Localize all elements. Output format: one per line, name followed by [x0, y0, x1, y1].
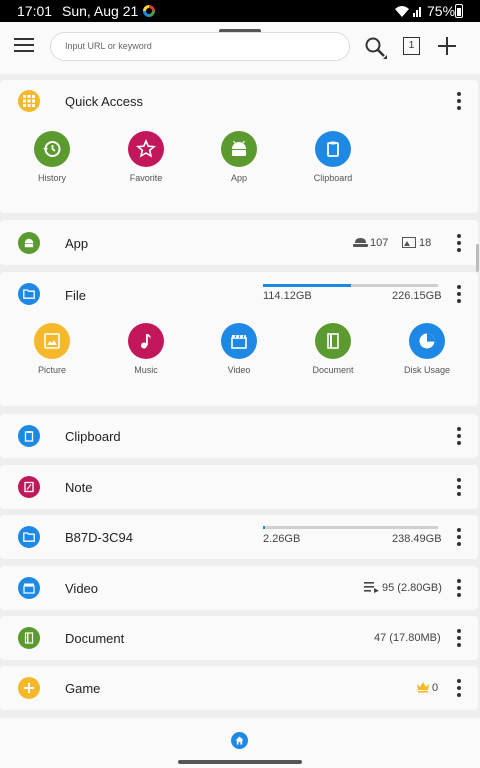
- sd-card-more-icon[interactable]: [454, 528, 464, 546]
- app-row[interactable]: App 107 18: [0, 220, 478, 265]
- quick-access-more-icon[interactable]: [454, 92, 464, 110]
- grid-icon: [18, 90, 40, 112]
- note-label: Note: [65, 480, 93, 495]
- video-label: Video: [65, 581, 99, 596]
- clipboard-icon: [18, 425, 40, 447]
- pie-chart-icon: [409, 323, 445, 359]
- url-input[interactable]: [65, 41, 335, 51]
- playlist-icon: [364, 581, 379, 596]
- search-icon[interactable]: [364, 36, 388, 60]
- system-app-count: 18: [419, 237, 432, 249]
- file-music[interactable]: Music: [108, 323, 184, 375]
- add-icon[interactable]: [436, 35, 458, 57]
- favorite-label: Favorite: [129, 173, 163, 183]
- clipboard-icon: [315, 131, 351, 167]
- menu-icon[interactable]: [14, 38, 36, 54]
- game-label: Game: [65, 681, 101, 696]
- document-info: 47 (17.80MB): [374, 632, 441, 644]
- video-label: Video: [227, 365, 251, 375]
- game-row[interactable]: Game 0: [0, 666, 478, 710]
- document-icon: [18, 627, 40, 649]
- gamepad-icon: [18, 677, 40, 699]
- app-label: App: [230, 173, 247, 183]
- clipboard-label: Clipboard: [65, 429, 121, 444]
- file-more-icon[interactable]: [454, 285, 464, 303]
- note-row[interactable]: Note: [0, 465, 478, 509]
- game-more-icon[interactable]: [454, 679, 464, 697]
- home-icon[interactable]: [231, 732, 248, 749]
- sd-storage-bar: [263, 526, 438, 529]
- file-disk-usage[interactable]: Disk Usage: [389, 323, 465, 375]
- file-storage-bar: [263, 284, 438, 287]
- file-storage-fill: [263, 284, 352, 287]
- battery-icon: [455, 4, 463, 18]
- clipboard-label: Clipboard: [313, 173, 353, 183]
- sd-card-row[interactable]: B87D-3C94 2.26GB 238.49GB: [0, 515, 478, 559]
- document-row[interactable]: Document 47 (17.80MB): [0, 616, 478, 660]
- clapperboard-icon: [221, 323, 257, 359]
- clapperboard-icon: [18, 577, 40, 599]
- system-app-icon: [402, 237, 416, 251]
- android-icon: [18, 232, 40, 254]
- scrollbar-thumb[interactable]: [476, 244, 479, 272]
- status-date: Sun, Aug 21: [62, 3, 139, 19]
- star-icon: [128, 131, 164, 167]
- top-toolbar: 1: [0, 22, 480, 74]
- hat-icon: [353, 237, 368, 251]
- clipboard-more-icon[interactable]: [454, 427, 464, 445]
- file-total: 226.15GB: [392, 290, 442, 302]
- android-icon: [221, 131, 257, 167]
- sd-storage-fill: [263, 526, 265, 529]
- user-app-count: 107: [370, 237, 389, 249]
- app-label: App: [65, 236, 89, 251]
- file-card: File 114.12GB 226.15GB Picture Music Vid…: [0, 272, 478, 406]
- battery-percent: 75%: [427, 3, 456, 19]
- url-search-field[interactable]: [50, 32, 350, 61]
- tab-count-button[interactable]: 1: [403, 37, 420, 55]
- status-bar: 17:01 Sun, Aug 21 75%: [0, 0, 480, 22]
- history-label: History: [37, 173, 66, 183]
- sd-card-label: B87D-3C94: [65, 530, 133, 545]
- document-more-icon[interactable]: [454, 629, 464, 647]
- bottom-bar: [0, 718, 480, 768]
- disk-usage-label: Disk Usage: [403, 365, 450, 375]
- system-nav-handle[interactable]: [178, 760, 302, 764]
- notification-ring-icon: [143, 5, 155, 17]
- quick-access-clipboard[interactable]: Clipboard: [295, 131, 371, 183]
- game-count: 0: [432, 682, 439, 694]
- folder-icon: [18, 283, 40, 305]
- music-note-icon: [128, 323, 164, 359]
- quick-access-title: Quick Access: [65, 94, 144, 109]
- clipboard-row[interactable]: Clipboard: [0, 414, 478, 458]
- app-more-icon[interactable]: [454, 234, 464, 252]
- picture-icon: [34, 323, 70, 359]
- music-label: Music: [134, 365, 158, 375]
- picture-label: Picture: [37, 365, 66, 375]
- status-time: 17:01: [17, 3, 53, 19]
- document-label: Document: [65, 631, 125, 646]
- quick-access-card: Quick Access History Favorite App Clipbo…: [0, 80, 478, 213]
- quick-access-favorite[interactable]: Favorite: [108, 131, 184, 183]
- document-label: Document: [312, 365, 354, 375]
- file-video[interactable]: Video: [201, 323, 277, 375]
- file-label: File: [65, 288, 86, 303]
- note-icon: [18, 476, 40, 498]
- wifi-signal-icon: [394, 4, 424, 21]
- file-used: 114.12GB: [263, 290, 312, 302]
- history-icon: [34, 131, 70, 167]
- video-info: 95 (2.80GB): [382, 582, 442, 594]
- crown-icon: [416, 681, 430, 696]
- video-more-icon[interactable]: [454, 579, 464, 597]
- document-icon: [315, 323, 351, 359]
- video-row[interactable]: Video 95 (2.80GB): [0, 566, 478, 610]
- sd-used: 2.26GB: [263, 533, 301, 545]
- sd-total: 238.49GB: [392, 533, 442, 545]
- file-document[interactable]: Document: [295, 323, 371, 375]
- quick-access-history[interactable]: History: [14, 131, 90, 183]
- file-picture[interactable]: Picture: [14, 323, 90, 375]
- folder-icon: [18, 526, 40, 548]
- note-more-icon[interactable]: [454, 478, 464, 496]
- quick-access-app[interactable]: App: [201, 131, 277, 183]
